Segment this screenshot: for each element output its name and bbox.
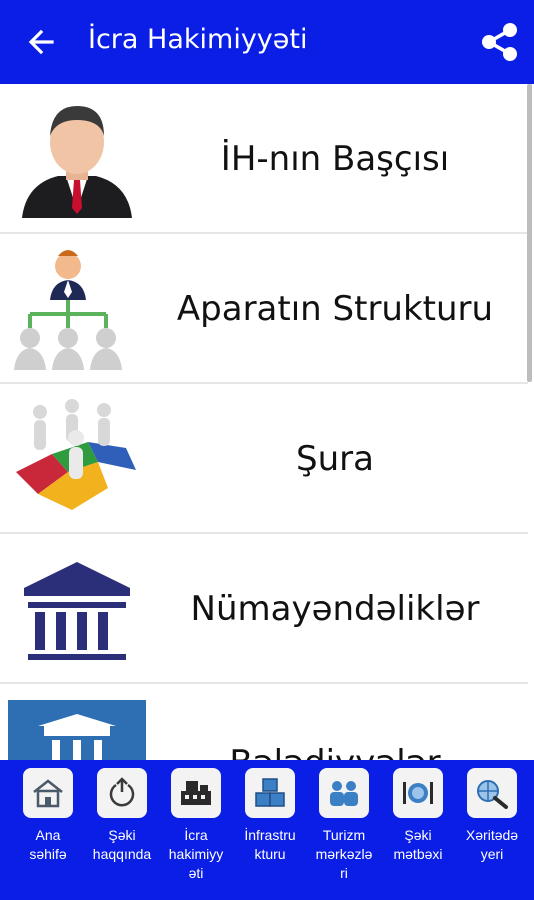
blocks-icon [245, 768, 295, 818]
nav-item-label: İnfrastru kturu [244, 827, 296, 862]
list-item-label: Şura [296, 439, 374, 479]
home-icon [23, 768, 73, 818]
list-item-label: Aparatın Strukturu [176, 289, 494, 329]
nav-item-map[interactable]: Xəritədə yeri [456, 768, 528, 898]
businessman-avatar-icon [8, 92, 146, 226]
org-structure-icon [8, 242, 146, 376]
office-icon [171, 768, 221, 818]
bottom-nav: Ana səhifə Şəki haqqında İcra hakimiyy ə… [0, 760, 534, 900]
back-button[interactable] [22, 22, 62, 62]
nav-item-label: Şəki mətbəxi [393, 827, 443, 862]
list-item-label: Nümayəndəliklər [190, 589, 480, 629]
arrow-left-icon [28, 29, 54, 55]
nav-item-label: Ana səhifə [29, 827, 67, 862]
nav-item-label: Turizm mərkəzlə ri [315, 827, 373, 881]
share-button[interactable] [478, 20, 522, 64]
list-item-council[interactable]: Şura [0, 384, 528, 534]
nav-item-infrastructure[interactable]: İnfrastru kturu [234, 768, 306, 898]
people-icon [319, 768, 369, 818]
menu-list: İH-nın Başçısı Aparatın Strukturu Şura N… [0, 84, 534, 760]
list-item-label: Bələdiyyələr [150, 688, 520, 760]
globe-search-icon [467, 768, 517, 818]
institution-building-icon [8, 542, 146, 676]
municipality-building-icon [8, 700, 146, 760]
nav-item-home[interactable]: Ana səhifə [12, 768, 84, 898]
power-icon [97, 768, 147, 818]
list-item-structure[interactable]: Aparatın Strukturu [0, 234, 528, 384]
list-item-label: İH-nın Başçısı [220, 139, 450, 179]
list-item-representations[interactable]: Nümayəndəliklər [0, 534, 528, 684]
scrollbar[interactable] [527, 84, 532, 382]
app-bar: İcra Hakimiyyəti [0, 0, 534, 84]
list-item-municipalities[interactable]: Bələdiyyələr [0, 684, 528, 760]
nav-item-tourism[interactable]: Turizm mərkəzlə ri [308, 768, 380, 898]
list-item-ih-head[interactable]: İH-nın Başçısı [0, 84, 528, 234]
nav-item-label: İcra hakimiyy əti [168, 827, 224, 881]
share-icon [482, 23, 517, 61]
dining-icon [393, 768, 443, 818]
nav-item-cuisine[interactable]: Şəki mətbəxi [382, 768, 454, 898]
nav-item-about[interactable]: Şəki haqqında [86, 768, 158, 898]
puzzle-team-icon [8, 392, 146, 526]
page-title: İcra Hakimiyyəti [88, 24, 308, 55]
nav-item-executive[interactable]: İcra hakimiyy əti [160, 768, 232, 898]
nav-item-label: Şəki haqqında [92, 827, 152, 862]
nav-item-label: Xəritədə yeri [465, 827, 519, 862]
